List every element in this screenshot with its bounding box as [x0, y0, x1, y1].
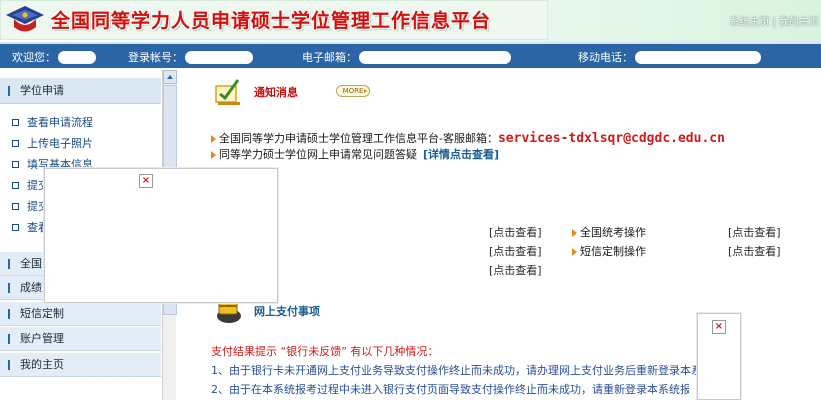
sidebar-sub-view-process[interactable]: 查看申请流程: [0, 112, 161, 133]
system-home-link[interactable]: 系统主页: [730, 17, 770, 28]
more-button[interactable]: MORE: [336, 85, 370, 97]
email-label: 电子邮箱：: [302, 51, 357, 64]
payment-title: 网上支付事项: [254, 305, 320, 318]
payment-line-1: 1、由于银行卡未开通网上支付业务导致支付操作终止而未成功，请办理网上支付业务后重…: [211, 364, 701, 377]
notice-line-faq: 同等学力硕士学位网上申请常见问题答疑 [详情点击查看]: [211, 146, 499, 162]
sidebar-item-degree-apply[interactable]: 学位申请: [0, 78, 161, 104]
sidebar-sub-upload-photo[interactable]: 上传电子照片: [0, 133, 161, 154]
top-links: 系统主页 | 我的主页: [730, 13, 819, 28]
welcome-info: 欢迎您：: [12, 49, 96, 65]
user-info-bar: 欢迎您： 登录帐号： 电子邮箱： 移动电话：: [0, 42, 821, 68]
account-info: 登录帐号：: [128, 49, 253, 65]
popup-image-placeholder-right: ×: [697, 313, 741, 400]
sidebar-item-account[interactable]: 账户管理: [0, 327, 161, 351]
bullet-arrow-icon: [572, 229, 577, 237]
account-label: 登录帐号：: [128, 51, 183, 64]
logo-icon: [6, 6, 44, 32]
notice-email-label: 全国同等学力申请硕士学位管理工作信息平台-客服邮箱：: [219, 132, 498, 145]
bullet-arrow-icon: [211, 135, 216, 143]
guide-item-national-exam: 全国统考操作: [572, 224, 646, 240]
payment-line-2: 2、由于在本系统报考过程中未进入银行支付页面导致支付操作终止而未成功，请重新登录…: [211, 383, 689, 396]
notice-title: 通知消息: [254, 86, 298, 99]
phone-masked: [635, 50, 761, 64]
welcome-label: 欢迎您：: [12, 51, 56, 64]
view-link-sms[interactable]: [点击查看]: [728, 243, 781, 259]
national-exam-label: 全国统考操作: [580, 226, 646, 239]
email-masked: [359, 50, 511, 64]
header-banner: 全国同等学力人员申请硕士学位管理工作信息平台 系统主页 | 我的主页: [0, 0, 821, 42]
support-email[interactable]: services-tdxlsqr@cdgdc.edu.cn: [498, 131, 725, 146]
sms-label: 短信定制操作: [580, 245, 646, 258]
phone-label: 移动电话：: [578, 51, 633, 64]
notice-line-email: 全国同等学力申请硕士学位管理工作信息平台-客服邮箱：services-tdxls…: [211, 130, 725, 146]
guide-item-sms: 短信定制操作: [572, 243, 646, 259]
bullet-arrow-icon: [572, 248, 577, 256]
email-info: 电子邮箱：: [302, 49, 511, 65]
view-link-3[interactable]: [点击查看]: [489, 262, 542, 278]
site-title: 全国同等学力人员申请硕士学位管理工作信息平台: [51, 10, 492, 32]
faq-detail-link[interactable]: [详情点击查看]: [423, 148, 499, 161]
my-home-link[interactable]: 我的主页: [779, 17, 819, 28]
sidebar-item-sms[interactable]: 短信定制: [0, 302, 161, 326]
faq-text: 同等学力硕士学位网上申请常见问题答疑: [219, 148, 417, 161]
view-link-2[interactable]: [点击查看]: [489, 243, 542, 259]
account-masked: [185, 50, 253, 64]
popup-image-placeholder-left: ×: [44, 168, 278, 303]
scroll-up-icon[interactable]: [163, 70, 177, 84]
bullet-arrow-icon: [211, 151, 216, 159]
sidebar-item-my-home[interactable]: 我的主页: [0, 353, 161, 377]
view-link-national-exam[interactable]: [点击查看]: [728, 224, 781, 240]
broken-image-icon: ×: [139, 174, 153, 188]
welcome-name-masked: [58, 50, 96, 64]
top-link-separator: |: [772, 17, 776, 28]
banner-title-panel: 全国同等学力人员申请硕士学位管理工作信息平台: [0, 0, 548, 40]
payment-heading: 支付结果提示 “银行未反馈” 有以下几种情况：: [211, 345, 439, 358]
view-link-1[interactable]: [点击查看]: [489, 224, 542, 240]
broken-image-icon: ×: [712, 320, 726, 334]
notice-icon: [215, 79, 240, 105]
phone-info: 移动电话：: [578, 49, 761, 65]
